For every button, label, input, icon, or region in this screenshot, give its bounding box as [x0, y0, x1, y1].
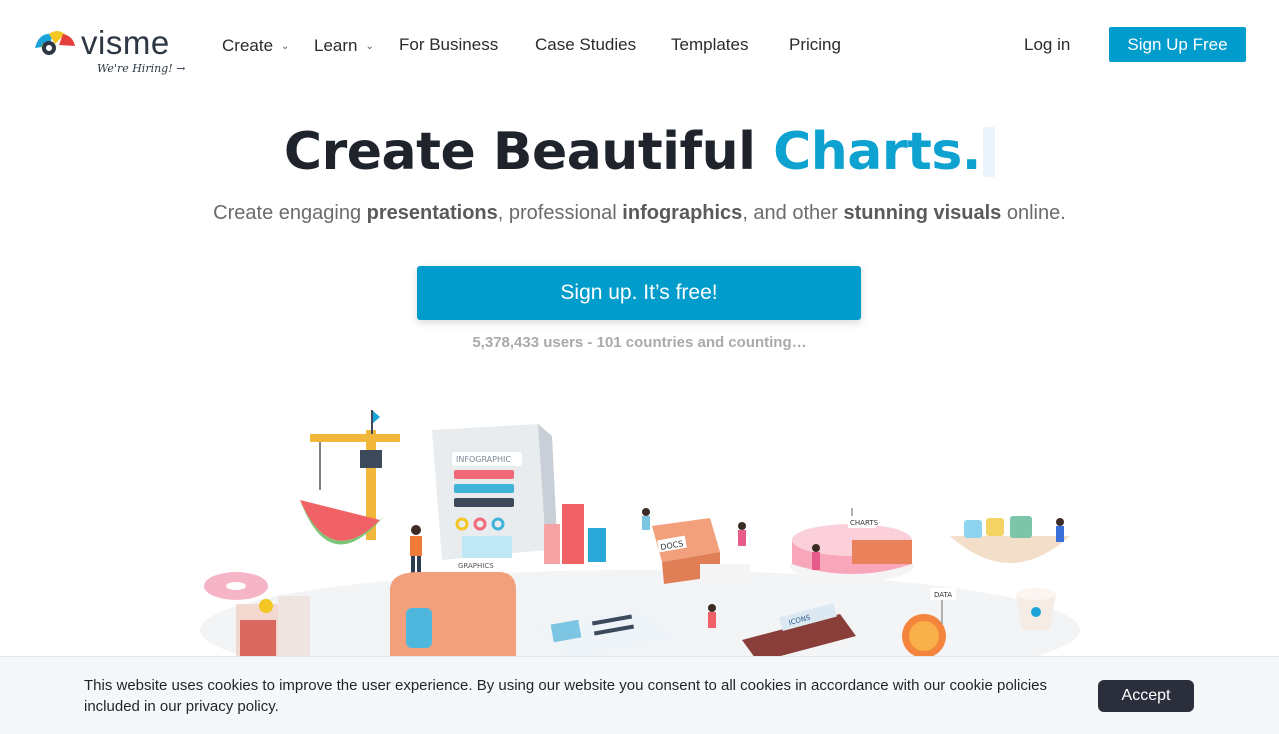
data-label: DATA: [934, 591, 952, 599]
accept-cookies-button[interactable]: Accept: [1098, 680, 1194, 712]
signup-free-button[interactable]: Sign Up Free: [1109, 27, 1246, 62]
hero-subtitle: Create engaging presentations, professio…: [0, 202, 1279, 225]
signup-cta-button[interactable]: Sign up. It’s free!: [417, 266, 861, 320]
infographic-label: INFOGRAPHIC: [456, 455, 511, 464]
nav-learn[interactable]: Learn ⌄: [314, 36, 374, 56]
nav-case-studies[interactable]: Case Studies: [535, 35, 636, 55]
cup-illustration: [1016, 588, 1056, 630]
hero-illustration: INFOGRAPHIC GRAPHICS DOCS CHARTS ICONS D…: [200, 410, 1080, 660]
bar-block: [588, 528, 606, 562]
subtitle-bold: presentations: [366, 202, 498, 224]
cookie-message: This website uses cookies to improve the…: [84, 677, 1047, 715]
person-figure: [410, 525, 422, 578]
hero-title-prefix: Create Beautiful: [283, 122, 774, 182]
hero-title: Create Beautiful Charts.: [0, 122, 1279, 182]
charts-label: CHARTS: [850, 519, 879, 527]
logo-wordmark: visme: [81, 24, 170, 61]
subtitle-text: , and other: [742, 202, 844, 224]
visme-logo-icon: [35, 31, 75, 55]
nav-templates[interactable]: Templates: [671, 35, 748, 55]
subtitle-text: online.: [1001, 202, 1066, 224]
glass-illustration: [236, 596, 310, 660]
subtitle-text: Create engaging: [213, 202, 367, 224]
nav-create[interactable]: Create ⌄: [222, 36, 289, 56]
chevron-down-icon: ⌄: [365, 41, 374, 53]
graphics-label: GRAPHICS: [458, 562, 494, 570]
subtitle-bold: stunning visuals: [843, 202, 1002, 224]
site-header: visme We're Hiring! → Create ⌄ Learn ⌄ For…: [0, 0, 1279, 92]
bar-block: [544, 524, 560, 564]
hero-title-accent: Charts.: [773, 122, 982, 182]
cake-chart-illustration: CHARTS: [790, 508, 914, 582]
nav-for-business[interactable]: For Business: [399, 35, 498, 55]
login-link[interactable]: Log in: [1024, 35, 1070, 55]
infographic-box-illustration: INFOGRAPHIC: [432, 424, 558, 560]
typing-caret: [983, 127, 996, 177]
cookie-banner: This website uses cookies to improve the…: [0, 656, 1279, 734]
user-counter: 5,378,433 users - 101 countries and coun…: [472, 334, 807, 351]
visme-logo[interactable]: visme We're Hiring! →: [33, 24, 193, 80]
bar-block: [562, 504, 584, 564]
icon-bowl-illustration: [950, 516, 1070, 563]
graphics-illustration: GRAPHICS: [390, 562, 516, 660]
donut-illustration: [204, 572, 268, 600]
nav-create-label: Create: [222, 36, 274, 55]
nav-pricing[interactable]: Pricing: [789, 35, 841, 55]
page: visme We're Hiring! → Create ⌄ Learn ⌄ For…: [0, 0, 1279, 734]
chevron-down-icon: ⌄: [281, 41, 290, 53]
subtitle-text: , professional: [497, 202, 623, 224]
hiring-link[interactable]: We're Hiring! →: [97, 62, 185, 75]
nav-learn-label: Learn: [314, 36, 358, 55]
subtitle-bold: infographics: [622, 202, 743, 224]
